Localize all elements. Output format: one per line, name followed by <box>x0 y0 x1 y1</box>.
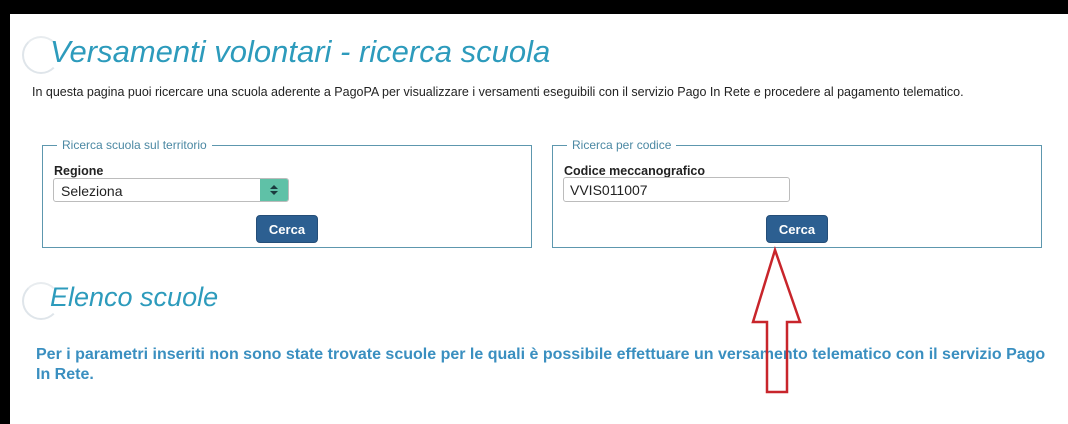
red-up-arrow-icon <box>751 245 802 394</box>
